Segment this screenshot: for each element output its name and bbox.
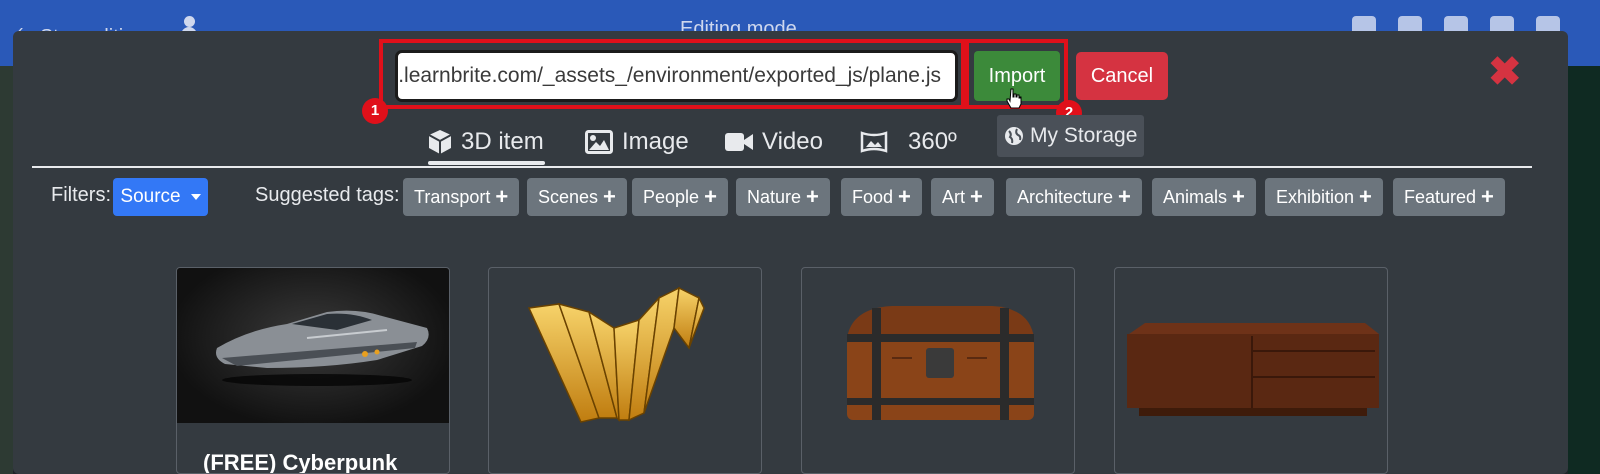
plus-icon: + bbox=[495, 184, 509, 209]
tab-my-storage[interactable]: My Storage bbox=[997, 115, 1145, 157]
tag-featured[interactable]: Featured + bbox=[1393, 178, 1505, 216]
close-modal-icon[interactable]: ✖ bbox=[1488, 52, 1522, 92]
tag-exhibition[interactable]: Exhibition + bbox=[1265, 178, 1383, 216]
plus-icon: + bbox=[898, 184, 911, 209]
source-dropdown-button[interactable]: Source bbox=[113, 178, 208, 216]
plus-icon: + bbox=[704, 184, 717, 209]
panorama-icon bbox=[860, 131, 888, 153]
tab-label: Video bbox=[762, 128, 823, 155]
tab-image[interactable]: Image bbox=[585, 123, 689, 161]
cyberpunk-car-thumbnail bbox=[177, 268, 449, 423]
tag-food[interactable]: Food + bbox=[841, 178, 922, 216]
cancel-button[interactable]: Cancel bbox=[1076, 52, 1168, 100]
item-card[interactable] bbox=[801, 267, 1075, 474]
source-label: Source bbox=[120, 186, 181, 207]
wooden-cabinet-thumbnail bbox=[1115, 268, 1387, 423]
tab-360[interactable]: 360º bbox=[860, 123, 957, 161]
plus-icon: + bbox=[603, 184, 616, 209]
caret-down-icon bbox=[190, 194, 201, 200]
plus-icon: + bbox=[1118, 184, 1131, 209]
image-icon bbox=[585, 130, 613, 154]
filters-label: Filters: bbox=[51, 184, 111, 206]
tabs-divider bbox=[32, 166, 1532, 168]
treasure-chest-thumbnail bbox=[802, 268, 1074, 423]
plus-icon: + bbox=[1481, 184, 1494, 209]
tab-label: 3D item bbox=[461, 128, 544, 155]
scene-background-left bbox=[0, 66, 13, 474]
tab-label: Image bbox=[622, 128, 689, 155]
suggested-tags-label: Suggested tags: bbox=[255, 184, 400, 206]
tag-people[interactable]: People + bbox=[632, 178, 728, 216]
plus-icon: + bbox=[970, 184, 983, 209]
card-title: (FREE) Cyberpunk bbox=[203, 450, 398, 474]
tag-transport[interactable]: Transport + bbox=[403, 178, 520, 216]
tab-label: 360º bbox=[908, 128, 957, 155]
tag-architecture[interactable]: Architecture + bbox=[1006, 178, 1142, 216]
step-badge-1: 1 bbox=[362, 98, 388, 124]
golden-screens-thumbnail bbox=[489, 268, 761, 423]
tag-art[interactable]: Art + bbox=[931, 178, 994, 216]
plus-icon: + bbox=[1359, 184, 1372, 209]
scene-background-right bbox=[1568, 66, 1600, 474]
globe-icon bbox=[1005, 127, 1023, 145]
tag-nature[interactable]: Nature + bbox=[736, 178, 830, 216]
active-tab-underline bbox=[428, 161, 545, 165]
cube-icon bbox=[428, 130, 452, 154]
item-card[interactable] bbox=[1114, 267, 1388, 474]
tag-scenes[interactable]: Scenes + bbox=[527, 178, 627, 216]
hand-cursor-icon bbox=[1006, 88, 1022, 109]
tab-label: My Storage bbox=[1030, 124, 1138, 147]
video-camera-icon bbox=[725, 133, 753, 151]
import-url-input[interactable]: e.learnbrite.com/_assets_/environment/ex… bbox=[395, 50, 958, 102]
item-card[interactable] bbox=[488, 267, 762, 474]
item-card[interactable]: (FREE) Cyberpunk bbox=[176, 267, 450, 474]
tag-animals[interactable]: Animals + bbox=[1152, 178, 1256, 216]
plus-icon: + bbox=[1232, 184, 1245, 209]
plus-icon: + bbox=[806, 184, 819, 209]
tab-video[interactable]: Video bbox=[725, 123, 823, 161]
tab-3d-item[interactable]: 3D item bbox=[428, 123, 544, 161]
